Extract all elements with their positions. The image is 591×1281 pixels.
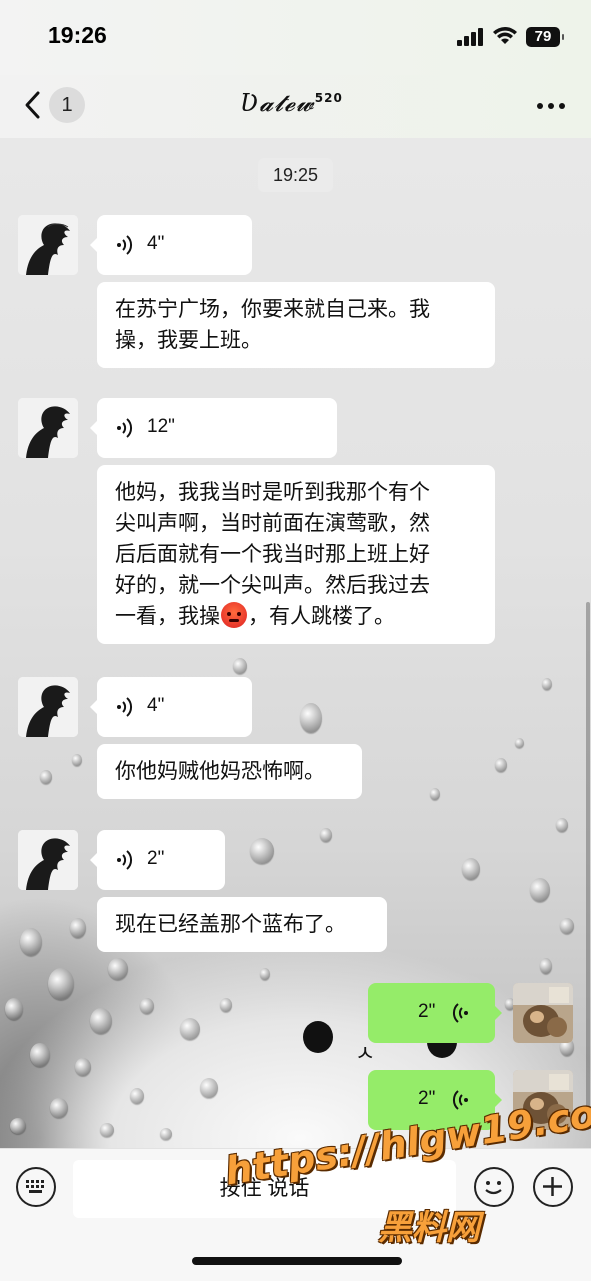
text-message-bubble[interactable]: 在苏宁广场，你要来就自己来。我 操，我要上班。 — [97, 282, 495, 368]
voice-wave-icon — [452, 1003, 468, 1023]
message-line: 在苏宁广场，你要来就自己来。我 — [115, 298, 430, 321]
text-message-bubble[interactable]: 你他妈贼他妈恐怖啊。 — [97, 744, 362, 799]
voice-duration: 4" — [147, 695, 165, 716]
voice-duration: 2" — [418, 1001, 436, 1022]
message-line: 好的，就一个尖叫声。然后我过去 — [115, 574, 430, 597]
text-message-bubble[interactable]: 现在已经盖那个蓝布了。 — [97, 897, 387, 952]
message-line: 尖叫声啊，当时前面在演莺歌，然 — [115, 512, 430, 535]
back-chevron-icon[interactable] — [20, 89, 48, 121]
voice-message-bubble[interactable]: 2" — [90, 830, 225, 890]
cellular-signal-icon — [457, 28, 485, 46]
keyboard-toggle-icon[interactable] — [16, 1167, 56, 1207]
contact-avatar[interactable] — [18, 398, 78, 458]
status-bar: 19:26 79 — [0, 0, 591, 75]
voice-duration: 12" — [147, 416, 175, 437]
message-line: 现在已经盖那个蓝布了。 — [115, 913, 346, 936]
message-line: 操，我要上班。 — [115, 329, 262, 352]
voice-message-bubble[interactable]: 4" — [90, 215, 252, 275]
voice-message-bubble[interactable]: 4" — [90, 677, 252, 737]
voice-wave-icon — [452, 1090, 468, 1110]
voice-message-bubble[interactable]: 12" — [90, 398, 337, 458]
message-line: 一看，我操 ，有人跳楼了。 — [115, 601, 477, 632]
my-avatar[interactable] — [513, 983, 573, 1043]
text-message-bubble[interactable]: 他妈，我我当时是听到我那个有个 尖叫声啊，当时前面在演莺歌，然 后后面就有一个我… — [97, 465, 495, 644]
message-line: 他妈，我我当时是听到我那个有个 — [115, 481, 430, 504]
message-line: 后后面就有一个我当时那上班上好 — [115, 543, 430, 566]
message-segment: 一看，我操 — [115, 605, 220, 628]
voice-wave-icon — [117, 418, 133, 438]
unread-count-badge[interactable]: 1 — [49, 87, 85, 123]
chat-scrollbar[interactable] — [586, 602, 590, 1122]
angry-face-icon — [221, 602, 247, 628]
voice-wave-icon — [117, 850, 133, 870]
chat-title-text: Ʋ𝓪𝓽𝓮𝔀 — [240, 89, 315, 117]
voice-duration: 2" — [147, 848, 165, 869]
voice-wave-icon — [117, 697, 133, 717]
message-line: 你他妈贼他妈恐怖啊。 — [115, 760, 325, 783]
chat-header: 1 Ʋ𝓪𝓽𝓮𝔀520 — [0, 75, 591, 138]
chat-title-sup: 520 — [314, 91, 343, 105]
watermark-name: 黑料网 — [378, 1208, 480, 1248]
plus-more-icon[interactable] — [533, 1167, 573, 1207]
my-voice-message-bubble[interactable]: 2" — [368, 983, 502, 1043]
emoji-button-icon[interactable] — [474, 1167, 514, 1207]
battery-icon: 79 — [526, 27, 564, 47]
contact-avatar[interactable] — [18, 677, 78, 737]
contact-avatar[interactable] — [18, 830, 78, 890]
voice-duration: 4" — [147, 233, 165, 254]
contact-avatar[interactable] — [18, 215, 78, 275]
message-segment: ，有人跳楼了。 — [248, 605, 395, 628]
message-timestamp: 19:25 — [258, 158, 333, 192]
voice-duration: 2" — [418, 1088, 436, 1109]
status-time: 19:26 — [48, 22, 107, 48]
more-options-icon[interactable] — [537, 103, 565, 109]
wifi-icon — [493, 27, 517, 44]
chat-title[interactable]: Ʋ𝓪𝓽𝓮𝔀520 — [240, 89, 343, 117]
wallpaper-face-left-eye — [303, 1021, 333, 1053]
home-indicator[interactable] — [192, 1257, 402, 1265]
voice-wave-icon — [117, 235, 133, 255]
